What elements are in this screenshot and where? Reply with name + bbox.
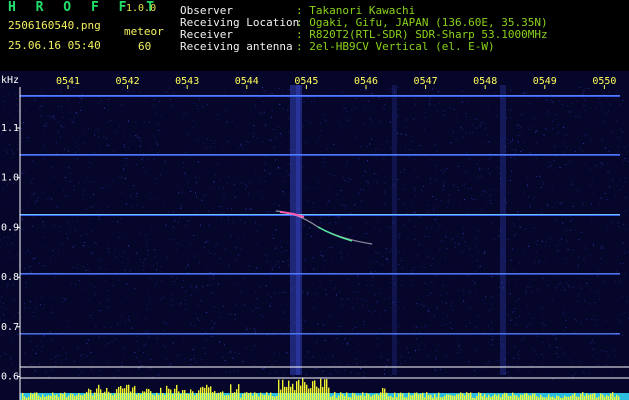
file-datetime: 25.06.16 05:40 bbox=[8, 39, 101, 52]
time-tick-label: 0545 bbox=[294, 76, 318, 87]
hroft-window: H R O F F T 1.0.0 2506160540.png 25.06.1… bbox=[0, 0, 629, 400]
time-tick-label: 0549 bbox=[533, 76, 557, 87]
info-key-antenna: Receiving antenna bbox=[180, 40, 293, 53]
spectrogram-canvas: kHz 1.1 1.0 0.9 0.8 0.7 0.6 0541 0542 0543 0544 054… bbox=[0, 75, 629, 400]
time-tick-label: 0550 bbox=[592, 76, 616, 87]
meteor-label: meteor bbox=[124, 25, 164, 38]
time-tick-label: 0541 bbox=[56, 76, 80, 87]
file-name: 2506160540.png bbox=[8, 19, 101, 32]
spectrogram: kHz 1.1 1.0 0.9 0.8 0.7 0.6 0541 0542 0543 0544 054… bbox=[0, 71, 629, 400]
time-tick-label: 0546 bbox=[354, 76, 378, 87]
freq-tick-label: 1.1 bbox=[1, 123, 19, 134]
freq-unit-label: kHz bbox=[1, 75, 19, 86]
time-tick-label: 0547 bbox=[414, 76, 438, 87]
freq-tick-label: 0.8 bbox=[1, 272, 19, 283]
time-tick-label: 0544 bbox=[235, 76, 259, 87]
time-tick-label: 0542 bbox=[116, 76, 140, 87]
meteor-count: 60 bbox=[138, 40, 152, 53]
freq-tick-label: 1.0 bbox=[1, 173, 19, 184]
time-tick-label: 0543 bbox=[175, 76, 199, 87]
app-version: 1.0.0 bbox=[126, 3, 157, 14]
time-tick-label: 0548 bbox=[473, 76, 497, 87]
freq-tick-label: 0.7 bbox=[1, 322, 19, 333]
freq-tick-label: 0.9 bbox=[1, 222, 19, 233]
freq-tick-label: 0.6 bbox=[1, 372, 19, 383]
info-value-antenna: : 2el-HB9CV Vertical (el. E-W) bbox=[296, 40, 495, 53]
